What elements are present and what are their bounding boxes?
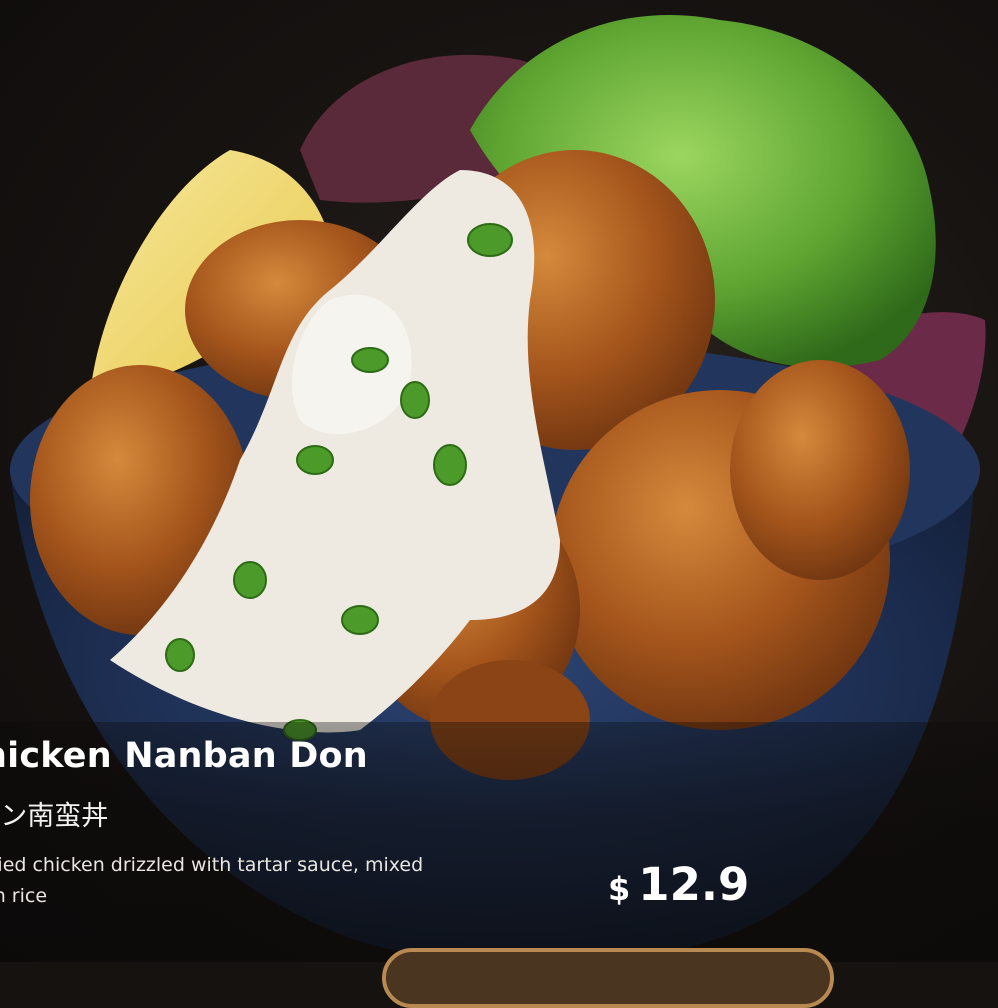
item-description-line-2: d on rice — [0, 885, 48, 907]
order-button[interactable] — [382, 948, 834, 1008]
item-description: p-fried chicken drizzled with tartar sau… — [0, 850, 524, 912]
price-value: 12.9 — [638, 858, 750, 911]
item-subtitle-japanese: キン南蛮丼 — [0, 801, 109, 832]
item-description-line-1: p-fried chicken drizzled with tartar sau… — [0, 854, 424, 876]
item-price: $12.9 — [608, 858, 749, 911]
price-currency: $ — [608, 870, 631, 908]
item-title: hicken Nanban Don — [0, 736, 368, 776]
